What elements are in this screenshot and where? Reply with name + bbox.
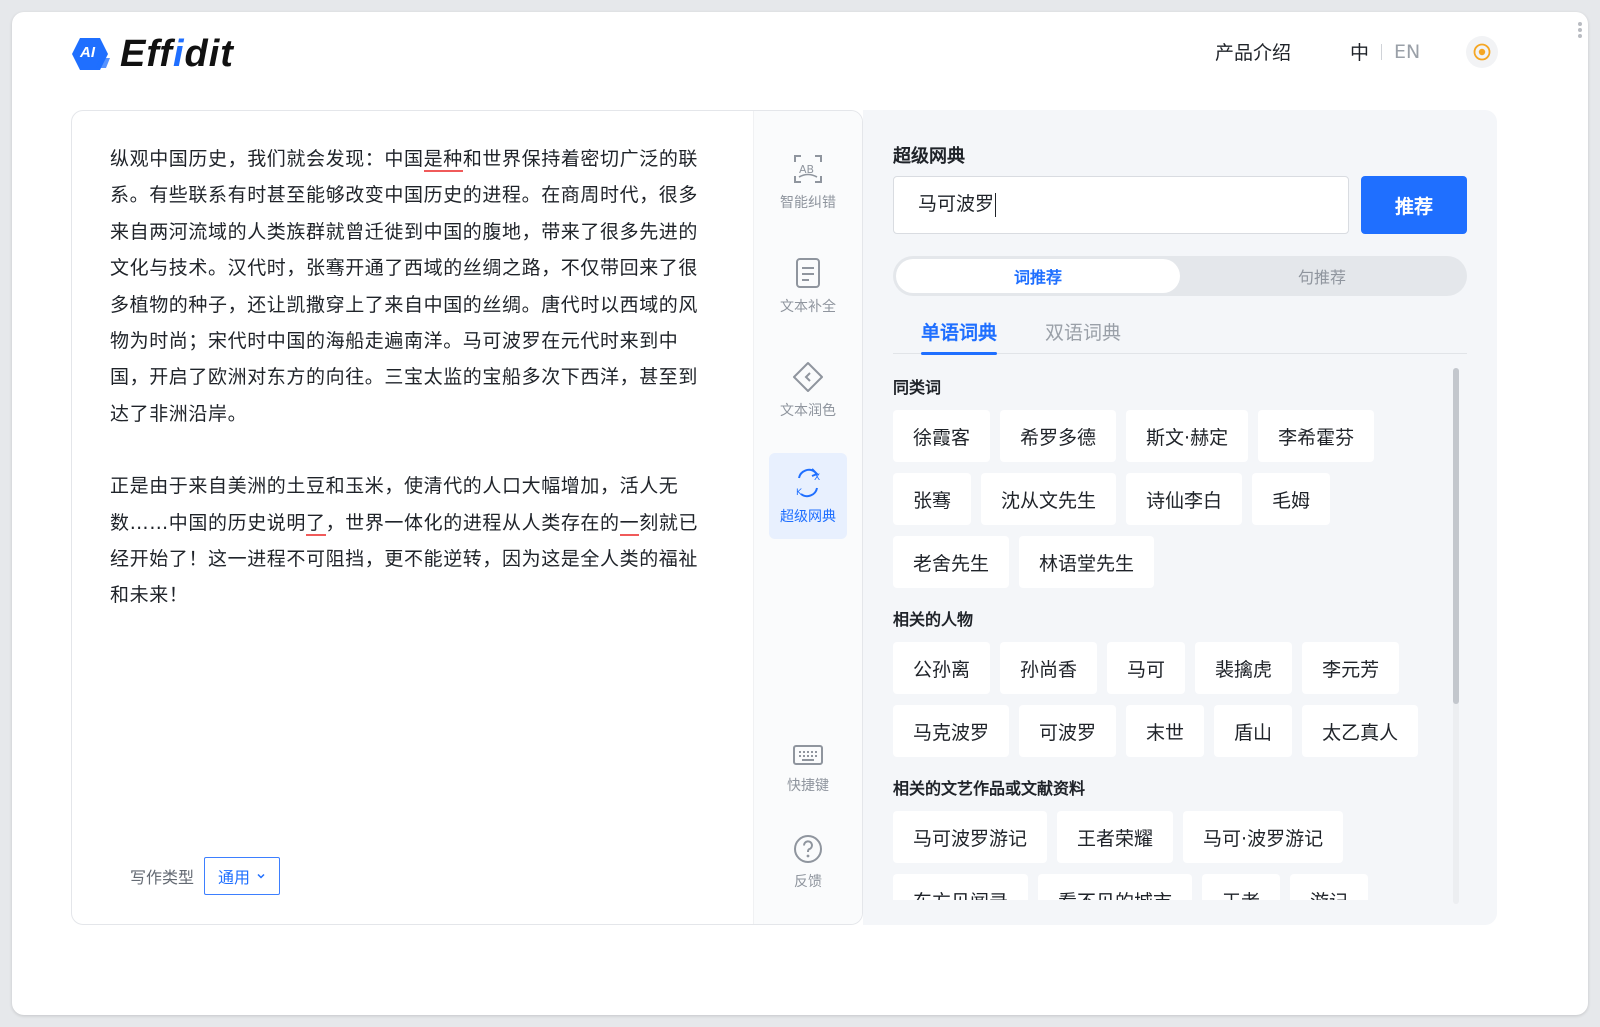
dictionary-icon: X K	[796, 468, 820, 498]
word-chip[interactable]: 太乙真人	[1302, 705, 1419, 757]
writing-type-select[interactable]: 通用	[204, 857, 281, 895]
mode-sentence-recommend[interactable]: 句推荐	[1180, 259, 1464, 293]
section-related-people: 相关的人物 公孙离 孙尚香 马可 裴擒虎 李元芳 马克波罗 可波罗 末世 盾山 …	[893, 606, 1453, 757]
grammar-error-mark[interactable]: 是种	[423, 148, 463, 172]
editor-textarea[interactable]: 纵观中国历史，我们就会发现：中国是种和世界保持着密切广泛的联系。有些联系有时甚至…	[110, 141, 710, 614]
window-grip	[1576, 20, 1584, 46]
keyboard-icon	[793, 745, 823, 765]
results-scrollbar[interactable]	[1449, 368, 1461, 904]
product-intro-link[interactable]: 产品介绍	[1215, 38, 1291, 65]
polish-tag-icon	[793, 362, 823, 392]
word-chip[interactable]: 孙尚香	[1000, 642, 1098, 694]
paragraph-1: 纵观中国历史，我们就会发现：中国是种和世界保持着密切广泛的联系。有些联系有时甚至…	[110, 148, 699, 425]
section-heading: 同类词	[893, 378, 942, 397]
help-circle-icon	[794, 835, 822, 863]
word-chip[interactable]: 马可	[1107, 642, 1186, 694]
language-switch: 中 EN	[1350, 38, 1420, 65]
ai-logo-icon: AI	[70, 36, 114, 72]
tool-text-polish[interactable]: 文本润色	[769, 347, 847, 433]
grammar-error-mark[interactable]: 了	[306, 511, 326, 536]
dictionary-search-input[interactable]: 马可波罗	[893, 176, 1349, 234]
tab-bilingual[interactable]: 双语词典	[1045, 318, 1121, 354]
section-heading: 相关的文艺作品或文献资料	[893, 779, 1086, 798]
lang-en-option[interactable]: EN	[1394, 41, 1420, 63]
writing-type: 写作类型 通用	[130, 857, 281, 895]
section-related-works: 相关的文艺作品或文献资料 马可波罗游记 王者荣耀 马可·波罗游记 东方见闻录 看…	[893, 775, 1453, 900]
tool-shortcuts[interactable]: 快捷键	[769, 725, 847, 811]
word-chip[interactable]: 公孙离	[893, 642, 991, 694]
svg-text:X: X	[814, 473, 820, 483]
tool-smart-correction[interactable]: AB 智能纠错	[769, 139, 847, 225]
writing-type-value: 通用	[218, 868, 251, 887]
section-similar-words: 同类词 徐霞客 希罗多德 斯文·赫定 李希霍芬 张骞 沈从文先生 诗仙李白 毛姆…	[893, 374, 1453, 588]
tool-super-dictionary[interactable]: X K 超级网典	[769, 453, 847, 539]
grammar-error-mark[interactable]: 一	[619, 511, 640, 536]
word-chip[interactable]: 东方见闻录	[893, 874, 1029, 900]
word-chip[interactable]: 老舍先生	[893, 536, 1010, 588]
text-caret	[995, 192, 997, 217]
results-list: 同类词 徐霞客 希罗多德 斯文·赫定 李希霍芬 张骞 沈从文先生 诗仙李白 毛姆…	[893, 356, 1453, 900]
paragraph-2: 正是由于来自美洲的土豆和玉米，使清代的人口大幅增加，活人无数……中国的历史说明了…	[110, 475, 699, 607]
recommend-mode-toggle: 词推荐 句推荐	[893, 256, 1467, 296]
word-chip[interactable]: 马可·波罗游记	[1183, 811, 1344, 863]
panel-title: 超级网典	[893, 146, 965, 167]
lang-divider	[1381, 43, 1383, 60]
word-chip[interactable]: 斯文·赫定	[1126, 410, 1249, 462]
word-chip[interactable]: 毛姆	[1252, 473, 1331, 525]
mode-word-recommend[interactable]: 词推荐	[896, 259, 1180, 293]
writing-type-label: 写作类型	[130, 868, 195, 887]
word-chip[interactable]: 裴擒虎	[1195, 642, 1293, 694]
word-chip[interactable]: 李希霍芬	[1258, 410, 1375, 462]
editor-card: 纵观中国历史，我们就会发现：中国是种和世界保持着密切广泛的联系。有些联系有时甚至…	[71, 110, 863, 925]
spell-check-icon: AB	[794, 155, 822, 183]
tool-text-completion[interactable]: 文本补全	[769, 243, 847, 329]
scrollbar-thumb[interactable]	[1453, 368, 1459, 704]
lang-zh-option[interactable]: 中	[1350, 38, 1369, 65]
effidit-logo[interactable]: AI Effidit	[70, 34, 234, 74]
recommend-button[interactable]: 推荐	[1361, 176, 1467, 234]
svg-text:K: K	[796, 488, 803, 498]
theme-toggle-button[interactable]	[1466, 36, 1498, 68]
dictionary-panel: 超级网典 马可波罗 推荐 词推荐 句推荐 单语词典 双语词典 同类词 徐霞客 希…	[863, 110, 1497, 925]
word-chip[interactable]: 林语堂先生	[1019, 536, 1155, 588]
tool-sidebar: AB 智能纠错 文本补全 文本润色 X K 超级网典 快捷键 反馈	[753, 111, 862, 924]
word-chip[interactable]: 盾山	[1214, 705, 1293, 757]
word-chip[interactable]: 马克波罗	[893, 705, 1010, 757]
section-heading: 相关的人物	[893, 610, 974, 629]
word-chip[interactable]: 徐霞客	[893, 410, 991, 462]
chevron-down-icon	[257, 873, 265, 879]
document-complete-icon	[796, 258, 820, 288]
app-window: AI Effidit 产品介绍 中 EN 纵观中国历史，我们就会发现：中国是种和…	[12, 12, 1588, 1015]
word-chip[interactable]: 沈从文先生	[981, 473, 1117, 525]
word-chip[interactable]: 王者荣耀	[1057, 811, 1174, 863]
word-chip[interactable]: 看不见的城市	[1038, 874, 1193, 900]
word-chip[interactable]: 李元芳	[1302, 642, 1400, 694]
word-chip[interactable]: 马可波罗游记	[893, 811, 1048, 863]
brand-name: Effidit	[120, 33, 234, 75]
word-chip[interactable]: 游记	[1290, 874, 1369, 900]
word-chip[interactable]: 诗仙李白	[1126, 473, 1243, 525]
tool-feedback[interactable]: 反馈	[769, 819, 847, 905]
dictionary-tabs: 单语词典 双语词典	[893, 318, 1467, 355]
word-chip[interactable]: 末世	[1126, 705, 1205, 757]
word-chip[interactable]: 王者	[1202, 874, 1281, 900]
word-chip[interactable]: 张骞	[893, 473, 972, 525]
word-chip[interactable]: 希罗多德	[1000, 410, 1117, 462]
word-chip[interactable]: 可波罗	[1019, 705, 1117, 757]
tab-monolingual[interactable]: 单语词典	[921, 318, 998, 355]
sun-icon	[1473, 43, 1491, 61]
